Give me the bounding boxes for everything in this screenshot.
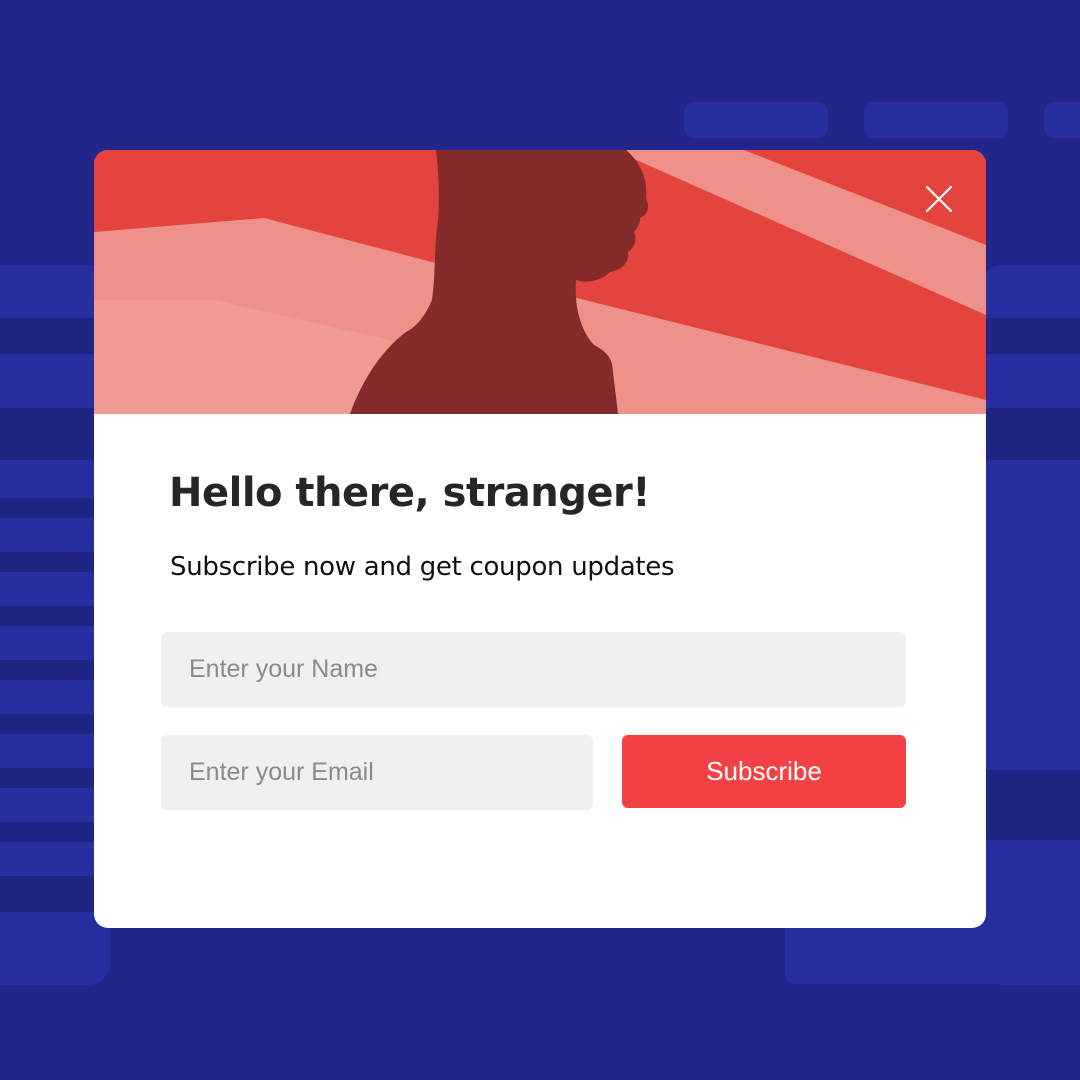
background-bar xyxy=(864,102,1008,138)
hero-image xyxy=(94,150,986,414)
close-icon xyxy=(925,185,953,213)
email-input[interactable] xyxy=(161,735,593,810)
subscribe-popup: Hello there, stranger! Subscribe now and… xyxy=(94,150,986,928)
popup-subtitle: Subscribe now and get coupon updates xyxy=(170,552,675,582)
popup-title: Hello there, stranger! xyxy=(169,470,651,516)
background-bar xyxy=(684,102,828,138)
background-stripe xyxy=(986,318,1080,354)
background-bar xyxy=(1044,102,1080,138)
close-button[interactable] xyxy=(922,182,956,216)
hero-illustration xyxy=(94,150,986,414)
background-stripe xyxy=(986,408,1080,460)
background-bar xyxy=(785,920,1080,984)
name-input[interactable] xyxy=(161,632,906,707)
background-stripe xyxy=(986,770,1080,840)
subscribe-button[interactable]: Subscribe xyxy=(622,735,906,808)
background-panel-right xyxy=(980,265,1080,985)
